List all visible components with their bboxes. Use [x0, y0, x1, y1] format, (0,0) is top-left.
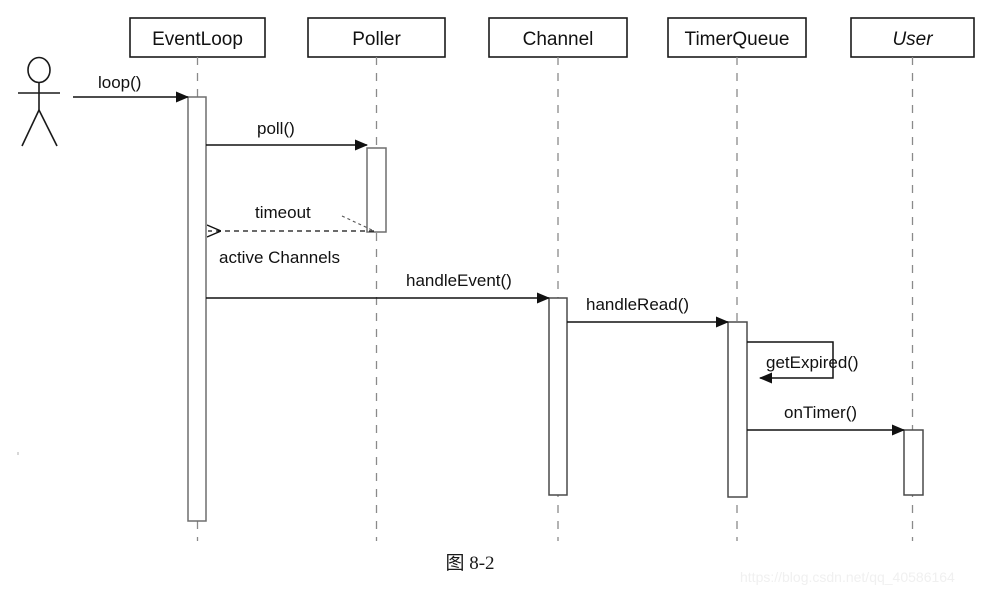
participant-label: Poller: [352, 29, 401, 50]
participant-label: EventLoop: [152, 29, 243, 50]
figure-canvas: EventLoop Poller Channel TimerQueue User: [0, 0, 990, 604]
activation-bar-poller: [366, 147, 387, 233]
message-timeout-return[interactable]: timeout active Channels: [208, 203, 374, 267]
participant-label: User: [892, 29, 933, 50]
activation-bar-user: [903, 429, 924, 496]
message-label: onTimer(): [784, 403, 857, 422]
scan-artifact: [17, 452, 19, 455]
message-label-timeout: timeout: [255, 203, 311, 222]
message-label: getExpired(): [766, 353, 859, 372]
message-handleevent[interactable]: handleEvent(): [206, 271, 550, 304]
message-label: poll(): [257, 119, 295, 138]
actor-stick-figure: [18, 56, 60, 147]
message-label: handleRead(): [586, 295, 689, 314]
message-label: handleEvent(): [406, 271, 512, 290]
message-label: loop(): [98, 73, 141, 92]
message-poll[interactable]: poll(): [206, 119, 368, 151]
message-handleread[interactable]: handleRead(): [567, 295, 729, 328]
participant-label: TimerQueue: [685, 29, 790, 50]
activation-bar-eventloop: [187, 96, 207, 522]
figure-caption: 图 8-2: [445, 553, 494, 574]
sequence-diagram: EventLoop Poller Channel TimerQueue User: [17, 17, 975, 585]
activation-bar-channel: [548, 297, 568, 496]
message-ontimer[interactable]: onTimer(): [747, 403, 905, 436]
message-label-active-channels: active Channels: [219, 248, 340, 267]
message-loop[interactable]: loop(): [73, 73, 189, 103]
watermark: https://blog.csdn.net/qq_40586164: [740, 569, 955, 585]
actor-leg-left: [21, 109, 40, 147]
actor-leg-right: [38, 109, 58, 147]
activation-bar-timerqueue: [727, 321, 748, 498]
participant-label: Channel: [523, 29, 594, 50]
actor-head-icon: [27, 56, 51, 84]
message-getexpired-self-call[interactable]: getExpired(): [747, 341, 859, 384]
